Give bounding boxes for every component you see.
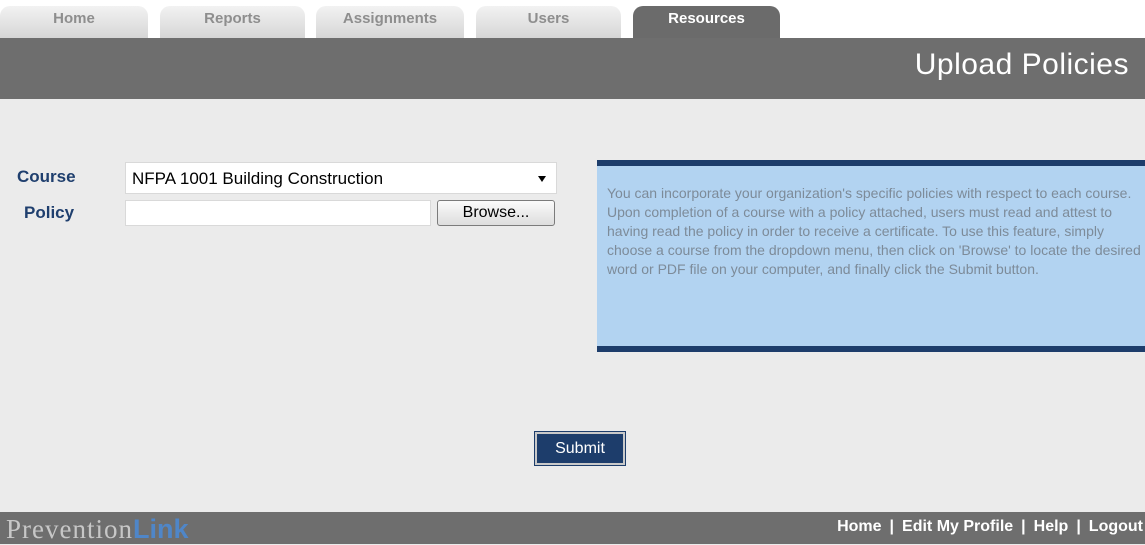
tab-assignments[interactable]: Assignments: [316, 6, 464, 38]
footer: PreventionLink Home | Edit My Profile | Help…: [0, 512, 1145, 544]
tab-resources[interactable]: Resources: [633, 6, 780, 38]
tab-reports[interactable]: Reports: [160, 6, 305, 38]
footer-link-home[interactable]: Home: [837, 518, 881, 535]
course-label: Course: [17, 167, 76, 186]
footer-link-logout[interactable]: Logout: [1089, 518, 1143, 535]
logo-text-link: Link: [132, 514, 189, 544]
footer-link-help[interactable]: Help: [1034, 518, 1069, 535]
separator: |: [889, 518, 895, 535]
dropdown-arrow-icon: [538, 176, 546, 182]
info-box: You can incorporate your organization's …: [597, 160, 1145, 352]
logo: PreventionLink: [6, 514, 189, 544]
footer-link-edit-profile[interactable]: Edit My Profile: [902, 518, 1013, 535]
course-select[interactable]: NFPA 1001 Building Construction: [125, 162, 557, 194]
footer-nav: Home | Edit My Profile | Help | Logout: [837, 518, 1143, 536]
policy-label: Policy: [24, 203, 75, 222]
logo-text-prevention: Prevention: [6, 514, 133, 544]
submit-button[interactable]: Submit: [534, 431, 626, 466]
tab-users[interactable]: Users: [476, 6, 621, 38]
browse-button[interactable]: Browse...: [437, 200, 555, 226]
tab-bar: Home Reports Assignments Users Resources: [0, 0, 1145, 38]
page-title: Upload Policies: [914, 48, 1129, 81]
page-header: Upload Policies: [0, 38, 1145, 99]
separator: |: [1021, 518, 1026, 535]
tab-home[interactable]: Home: [0, 6, 148, 38]
info-text: You can incorporate your organization's …: [607, 185, 1141, 277]
course-select-value: NFPA 1001 Building Construction: [132, 169, 384, 188]
policy-file-input[interactable]: [125, 200, 431, 226]
separator: |: [1076, 518, 1081, 535]
